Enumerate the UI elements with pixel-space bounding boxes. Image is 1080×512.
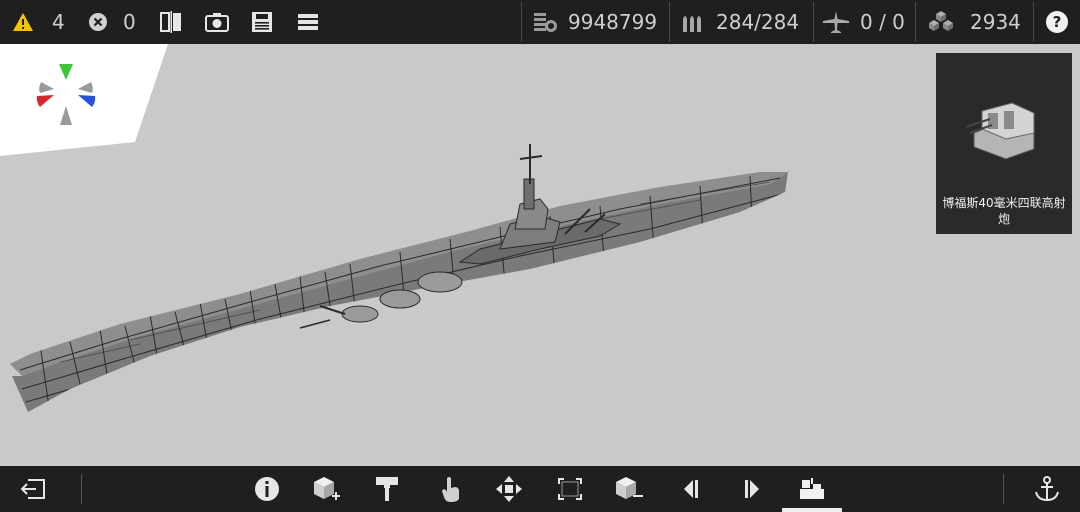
info-button[interactable] [252,474,282,504]
part-name-label: 博福斯40毫米四联高射炮 [942,196,1066,226]
error-icon [89,13,107,31]
move-button[interactable] [494,474,524,504]
battleship-model[interactable] [0,44,930,464]
aircraft-icon [823,11,849,33]
transform-button[interactable] [555,474,585,504]
toolbar-divider [1033,2,1034,42]
save-icon [252,12,272,32]
bottom-divider [81,474,82,504]
move-icon [496,476,522,502]
warning-icon [13,13,33,31]
next-button[interactable] [737,474,767,504]
add-part-icon [314,477,340,500]
save-button[interactable] [251,0,273,44]
next-icon [745,480,759,498]
bottom-toolbar [0,466,1080,512]
errors-count: 0 [123,10,136,34]
ammo-value: 284/284 [716,10,800,34]
screenshot-button[interactable] [205,0,229,44]
part-catalog-icon [800,478,824,499]
exit-button[interactable] [19,474,49,504]
touch-select-button[interactable] [436,474,466,504]
funds-value: 9948799 [568,10,658,34]
previous-icon [684,480,698,498]
funds-display: 9948799 [532,0,657,44]
menu-button[interactable] [297,0,319,44]
anchor-icon [1035,476,1059,502]
warnings-count: 4 [52,10,65,34]
toolbar-divider [669,2,670,42]
active-tab-indicator [782,508,842,512]
bofors-gun-icon [965,102,1035,160]
bottom-divider [1003,474,1004,504]
selected-part-panel[interactable]: 博福斯40毫米四联高射炮 [936,53,1072,234]
aircraft-value: 0 / 0 [860,10,905,34]
toolbar-divider [521,2,522,42]
exit-icon [20,479,45,499]
blocks-display: 2934 [926,0,1021,44]
remove-part-icon [616,477,643,499]
screenshot-icon [205,13,229,32]
toolbar-divider [813,2,814,42]
part-catalog-button[interactable] [797,474,827,504]
previous-button[interactable] [676,474,706,504]
menu-icon [298,14,318,30]
blocks-value: 2934 [970,10,1021,34]
paint-icon [376,477,398,501]
remove-part-button[interactable] [614,474,644,504]
anchor-button[interactable] [1032,474,1062,504]
top-toolbar: 4 0 9948799 284/284 0 / 0 2934 ? [0,0,1080,44]
mirror-icon [160,11,181,33]
mirror-button[interactable] [159,0,183,44]
add-part-button[interactable] [312,474,342,504]
blocks-icon [929,11,953,31]
info-icon [255,477,279,501]
funds-icon [534,13,557,32]
toolbar-divider [915,2,916,42]
touch-select-icon [442,477,459,502]
help-button[interactable]: ? [1046,11,1068,33]
aircraft-display: 0 / 0 [822,0,905,44]
help-icon: ? [1052,13,1062,31]
ship-3d-viewport[interactable]: 博福斯40毫米四联高射炮 [0,44,1080,466]
warnings-button[interactable]: 4 [12,0,65,44]
transform-icon [558,478,582,500]
ammo-icon [683,16,701,32]
errors-button[interactable]: 0 [88,0,136,44]
ammo-display: 284/284 [680,0,799,44]
paint-button[interactable] [372,474,402,504]
